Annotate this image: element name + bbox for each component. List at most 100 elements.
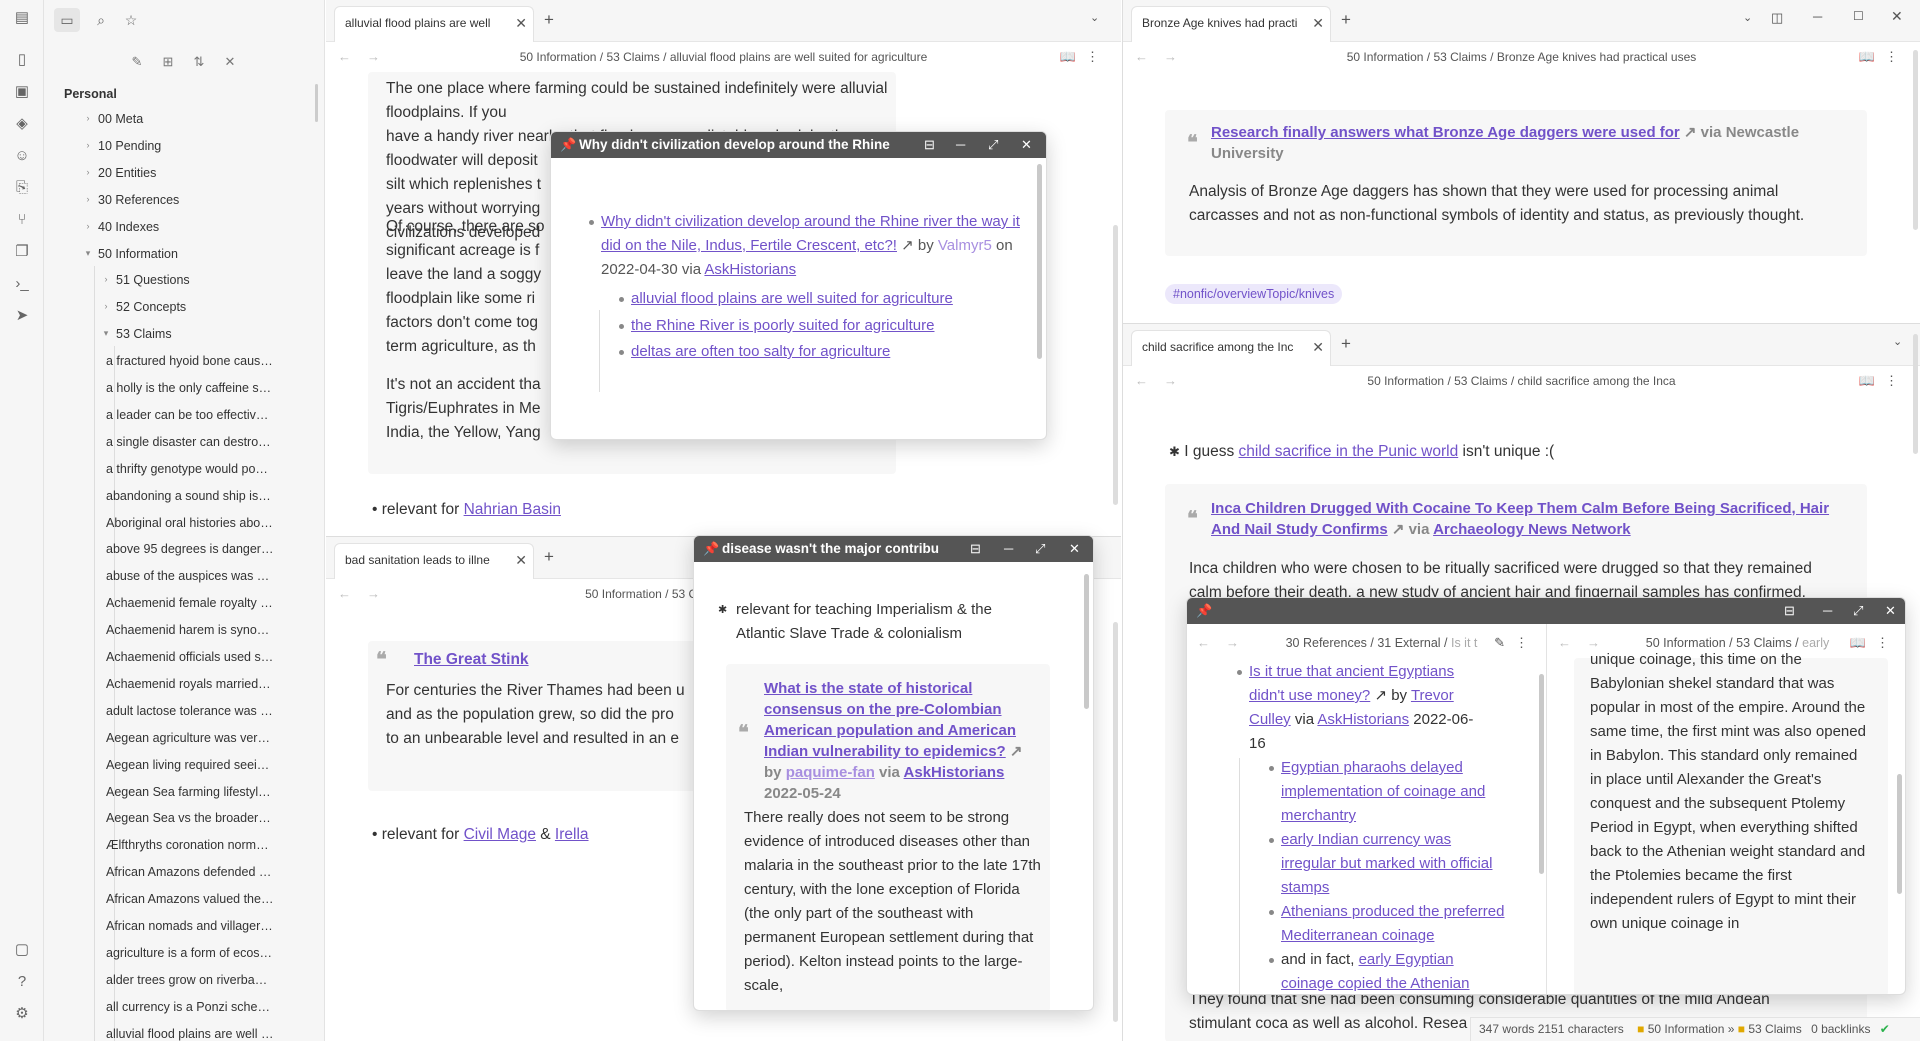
link-askhistorians[interactable]: AskHistorians xyxy=(904,764,1005,781)
chevron-right-icon[interactable]: › xyxy=(100,274,112,284)
link-alluvial[interactable]: alluvial flood plains are well suited fo… xyxy=(631,290,953,307)
folder-item[interactable]: 50 Information xyxy=(98,243,274,265)
crumb-folder[interactable]: 30 References xyxy=(1286,636,1367,650)
folder-item[interactable]: 20 Entities xyxy=(98,162,274,184)
chevron-down-icon[interactable]: ▾ xyxy=(100,328,112,339)
terminal-icon[interactable]: ›_ xyxy=(12,274,32,294)
file-item[interactable]: a leader can be too effective at... xyxy=(106,404,274,426)
chevron-right-icon[interactable]: › xyxy=(82,140,94,150)
file-item[interactable]: Aegean Sea farming lifestyles ... xyxy=(106,781,274,803)
chevron-right-icon[interactable]: › xyxy=(82,167,94,177)
expand-popover-icon[interactable]: ⤢ xyxy=(1853,598,1863,624)
file-item[interactable]: above 95 degrees is dangerou... xyxy=(106,538,274,560)
tab-list-chevron-icon[interactable]: ⌄ xyxy=(1090,11,1099,24)
link-askhistorians[interactable]: AskHistorians xyxy=(704,261,796,278)
new-tab-icon[interactable]: + xyxy=(544,10,554,30)
scrollbar[interactable] xyxy=(1113,622,1118,1022)
sort-icon[interactable]: ⇅ xyxy=(188,51,210,73)
help-icon[interactable]: ? xyxy=(12,972,32,992)
file-item[interactable]: alluvial flood plains are well su... xyxy=(106,1023,274,1041)
tab-sanitation[interactable]: bad sanitation leads to illne ✕ xyxy=(334,543,534,579)
chevron-down-icon[interactable]: ▾ xyxy=(82,248,94,259)
minimize-popover-icon[interactable]: ─ xyxy=(1823,598,1832,624)
reading-mode-icon[interactable]: 📖 xyxy=(1859,49,1885,64)
file-item[interactable]: all currency is a Ponzi scheme xyxy=(106,996,274,1018)
nav-back-forward-icon[interactable]: ←→ xyxy=(338,579,396,609)
link-punic-world[interactable]: child sacrifice in the Punic world xyxy=(1239,443,1459,460)
subfolder-item[interactable]: 52 Concepts xyxy=(116,296,274,318)
file-item[interactable]: abuse of the auspices was simi... xyxy=(106,565,274,587)
folder-tab-icon[interactable]: ▭ xyxy=(54,8,80,32)
chevron-right-icon[interactable]: › xyxy=(82,221,94,231)
close-tab-icon[interactable]: ✕ xyxy=(1312,7,1324,39)
reading-mode-icon[interactable]: 📖 xyxy=(1859,373,1885,388)
crumb-folder[interactable]: 50 Information xyxy=(1347,50,1424,64)
file-item[interactable]: agriculture is a form of ecosyst... xyxy=(106,942,274,964)
crumb-subfolder[interactable]: 53 Claims xyxy=(1454,374,1507,388)
pin-icon[interactable]: 📌 xyxy=(703,536,719,562)
link-great-stink[interactable]: The Great Stink xyxy=(414,651,529,669)
expand-popover-icon[interactable]: ⤢ xyxy=(1035,536,1046,562)
chevron-right-icon[interactable]: › xyxy=(82,194,94,204)
close-tab-icon[interactable]: ✕ xyxy=(515,544,527,576)
sidebar-toggle-icon[interactable]: ▤ xyxy=(12,8,32,28)
link-askhistorians[interactable]: AskHistorians xyxy=(1317,711,1409,728)
nav-back-forward-icon[interactable]: ←→ xyxy=(1135,42,1193,72)
more-options-icon[interactable]: ⋮ xyxy=(1885,49,1908,64)
pin-icon[interactable]: 📌 xyxy=(560,132,576,158)
chevron-right-icon[interactable]: › xyxy=(100,301,112,311)
open-quick-switcher-icon[interactable]: ▯ xyxy=(12,50,32,70)
map-icon[interactable]: ◈ xyxy=(12,114,32,134)
file-item[interactable]: Aboriginal oral histories about... xyxy=(106,512,274,534)
minimize-window-icon[interactable]: ─ xyxy=(1813,9,1822,24)
subfolder-item[interactable]: 51 Questions xyxy=(116,269,274,291)
new-tab-icon[interactable]: + xyxy=(1341,334,1351,354)
close-popover-icon[interactable]: ✕ xyxy=(1885,598,1896,624)
link-deltas[interactable]: deltas are often too salty for agricultu… xyxy=(631,343,890,360)
file-item[interactable]: a single disaster can destroy a... xyxy=(106,431,274,453)
sidebar-scrollbar[interactable] xyxy=(315,84,318,122)
folder-item[interactable]: 10 Pending xyxy=(98,135,274,157)
link-pre-colombian[interactable]: What is the state of historical consensu… xyxy=(764,680,1016,760)
popover-scrollbar[interactable] xyxy=(1084,574,1089,709)
nav-back-forward-icon[interactable]: ←→ xyxy=(1197,628,1255,658)
status-path-subfolder[interactable]: 53 Claims xyxy=(1748,1022,1801,1036)
link-athenians-coinage[interactable]: Athenians produced the preferred Mediter… xyxy=(1281,903,1504,944)
close-popover-icon[interactable]: ✕ xyxy=(1069,536,1093,562)
split-view-icon[interactable]: ◫ xyxy=(1771,10,1783,26)
popover-scrollbar[interactable] xyxy=(1037,164,1042,359)
file-item[interactable]: a fractured hyoid bone causes ... xyxy=(106,350,274,372)
folder-item[interactable]: 00 Meta xyxy=(98,108,274,130)
minimize-popover-icon[interactable]: ─ xyxy=(1004,536,1014,562)
new-folder-icon[interactable]: ⊞ xyxy=(157,51,179,73)
file-item[interactable]: Ælfthryths coronation normali... xyxy=(106,834,274,856)
close-tab-icon[interactable]: ✕ xyxy=(515,7,527,39)
scrollbar[interactable] xyxy=(1913,334,1918,454)
subfolder-item[interactable]: 53 Claims xyxy=(116,323,274,345)
new-tab-icon[interactable]: + xyxy=(1341,10,1351,30)
file-item[interactable]: Achaemenid officials used seal... xyxy=(106,646,274,668)
reading-mode-icon[interactable]: 📖 xyxy=(1060,49,1086,64)
split-scrollbar[interactable] xyxy=(1897,774,1902,894)
close-window-icon[interactable]: ✕ xyxy=(1891,8,1903,25)
settings-gear-icon[interactable]: ⚙ xyxy=(12,1004,32,1024)
nav-back-forward-icon[interactable]: ←→ xyxy=(338,42,396,72)
file-item[interactable]: a thrifty genotype would post-... xyxy=(106,458,274,480)
tab-alluvial[interactable]: alluvial flood plains are well ✕ xyxy=(334,6,534,42)
face-icon[interactable]: ☺ xyxy=(12,146,32,166)
close-popover-icon[interactable]: ✕ xyxy=(1021,132,1046,158)
crumb-folder[interactable]: 50 Information xyxy=(520,50,597,64)
search-icon[interactable]: ⌕ xyxy=(88,8,114,32)
crumb-folder[interactable]: 50 Information xyxy=(585,587,662,601)
more-options-icon[interactable]: ⋮ xyxy=(1515,635,1538,650)
link-civil-mage[interactable]: Civil Mage xyxy=(464,826,536,843)
maximize-window-icon[interactable]: ☐ xyxy=(1853,9,1864,23)
folder-item[interactable]: 40 Indexes xyxy=(98,216,274,238)
file-item[interactable]: Achaemenid female royalty we... xyxy=(106,592,274,614)
archive-icon[interactable]: ⊟ xyxy=(1784,598,1795,624)
backlink-count[interactable]: 0 backlinks xyxy=(1811,1022,1870,1036)
tab-child-sacrifice[interactable]: child sacrifice among the Inc ✕ xyxy=(1131,330,1331,366)
more-options-icon[interactable]: ⋮ xyxy=(1876,635,1899,650)
file-item[interactable]: Aegean agriculture was very u... xyxy=(106,727,274,749)
folder-item[interactable]: 30 References xyxy=(98,189,274,211)
